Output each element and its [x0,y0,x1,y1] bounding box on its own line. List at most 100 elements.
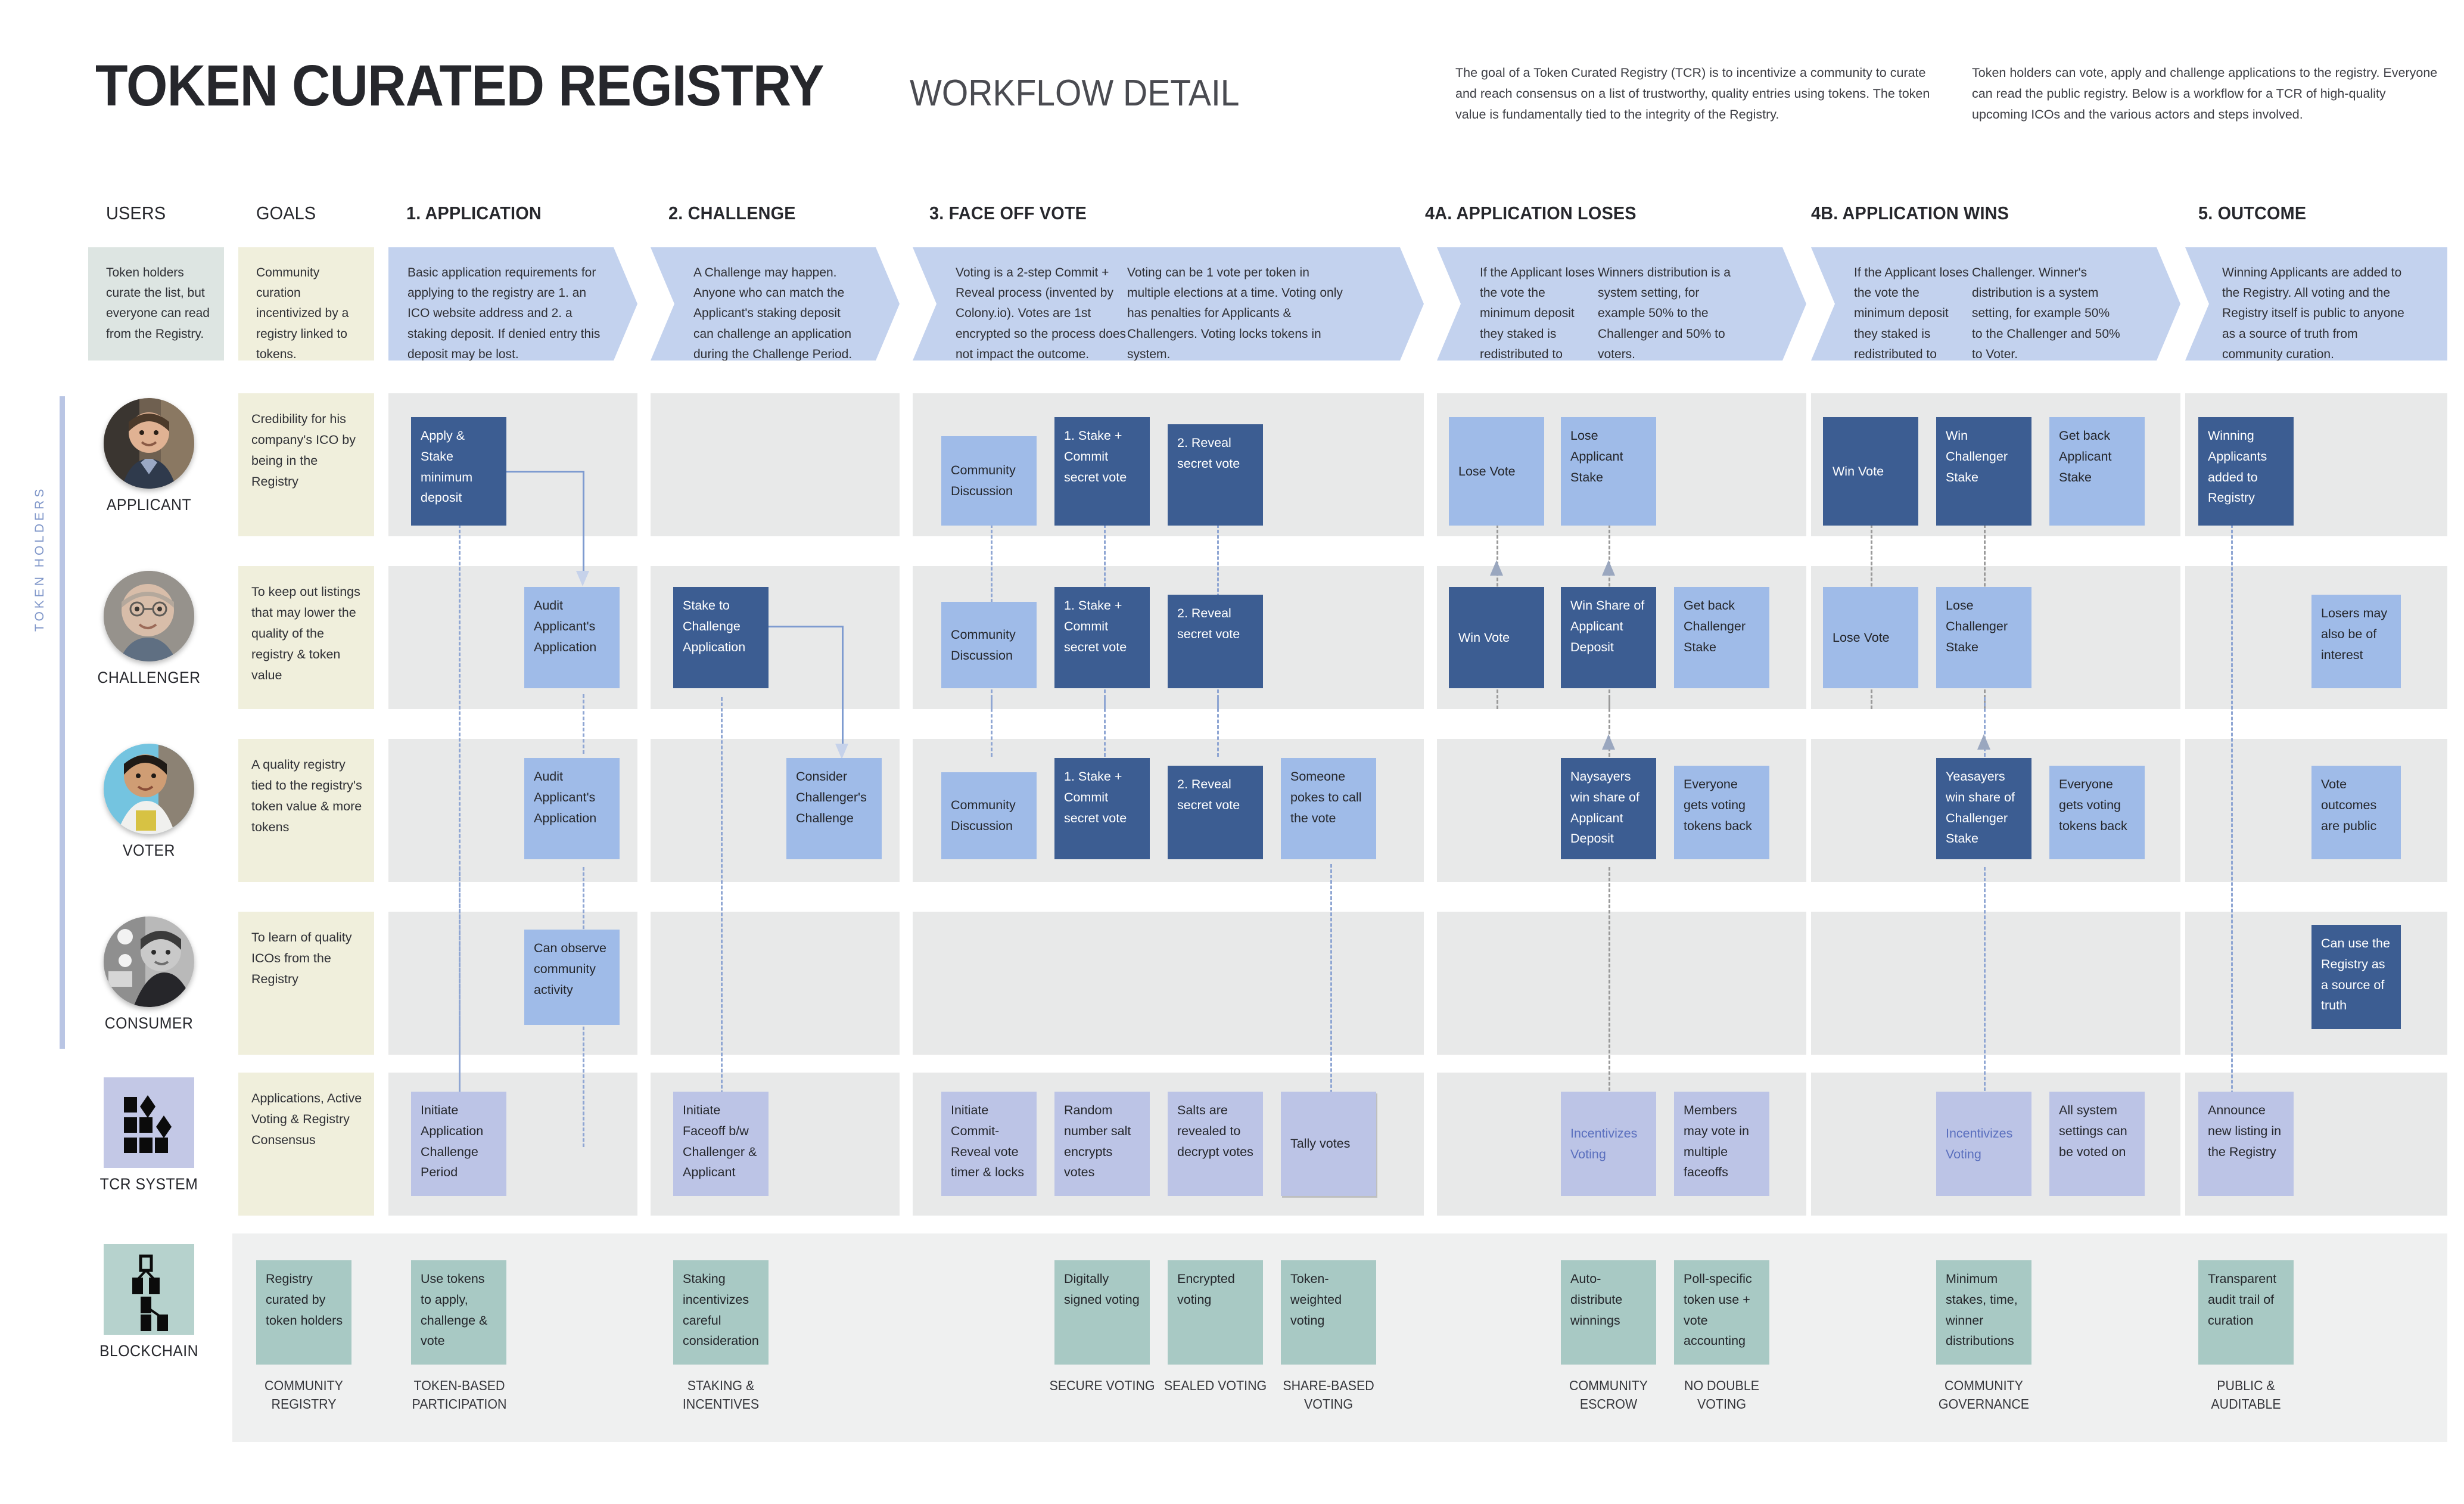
node-initiate-application-challenge-period[interactable]: Initiate Application Challenge Period [411,1092,506,1196]
node-blockchain-7[interactable]: Poll-specific token use + vote accountin… [1674,1260,1769,1365]
goal-tcr-system: Applications, Active Voting & Registry C… [238,1073,374,1216]
node-applicant-lose-applicant-stake[interactable]: Lose Applicant Stake [1561,417,1656,526]
persona-blockchain: BLOCKCHAIN [80,1244,217,1360]
avatar [104,744,194,834]
node-naysayers-win-share[interactable]: Naysayers win share of Applicant Deposit [1561,758,1656,859]
blockchain-caption-0: COMMUNITY REGISTRY [265,1378,343,1412]
node-tally-votes[interactable]: Tally votes [1281,1092,1376,1196]
node-all-system-settings-voted-on[interactable]: All system settings can be voted on [2049,1092,2145,1196]
node-registry-as-source-of-truth[interactable]: Can use the Registry as a source of trut… [2311,925,2401,1029]
node-everyone-gets-voting-tokens-back-b[interactable]: Everyone gets voting tokens back [2049,766,2145,859]
node-applicant-reveal[interactable]: 2. Reveal secret vote [1168,424,1263,526]
connector-line [766,626,843,627]
node-blockchain-2[interactable]: Staking incentivizes careful considerati… [673,1260,769,1365]
description-goals: Community curation incentivized by a reg… [238,247,374,361]
persona-tcr-system: TCR SYSTEM [80,1077,217,1194]
node-apply-and-stake[interactable]: Apply & Stake minimum deposit [411,417,506,526]
node-challenger-reveal[interactable]: 2. Reveal secret vote [1168,595,1263,688]
node-losers-may-be-of-interest[interactable]: Losers may also be of interest [2311,595,2401,688]
node-voter-audit[interactable]: Audit Applicant's Application [524,758,620,859]
node-vote-outcomes-are-public[interactable]: Vote outcomes are public [2311,766,2401,859]
connector-arrow [576,571,589,586]
goal-applicant: Credibility for his company's ICO by bei… [238,393,374,536]
node-someone-pokes-to-call-vote[interactable]: Someone pokes to call the vote [1281,758,1376,859]
token-holders-rail [60,396,65,1049]
description-wins-a: If the Applicant loses the vote the mini… [1854,266,1969,382]
connector-arrow [835,744,848,759]
node-blockchain-4[interactable]: Encrypted voting [1168,1260,1263,1365]
node-can-observe-community-activity[interactable]: Can observe community activity [524,930,620,1025]
node-challenger-audit[interactable]: Audit Applicant's Application [524,587,620,688]
connector-dashed [2231,524,2233,1126]
node-blockchain-9[interactable]: Transparent audit trail of curation [2198,1260,2294,1365]
node-applicant-lose-vote[interactable]: Lose Vote [1449,417,1544,526]
page-subtitle: WORKFLOW DETAIL [909,73,1240,114]
token-holders-label: TOKEN HOLDERS [33,486,46,632]
goal-challenger: To keep out listings that may lower the … [238,566,374,709]
blockchain-caption-5: SHARE-BASED VOTING [1283,1378,1374,1412]
node-members-may-vote-multiple-faceoffs[interactable]: Members may vote in multiple faceoffs [1674,1092,1769,1196]
node-challenger-commit[interactable]: 1. Stake + Commit secret vote [1054,587,1150,688]
node-applicant-community-discussion[interactable]: Community Discussion [941,436,1037,526]
tcr-system-icon [104,1077,194,1168]
node-yeasayers-win-share[interactable]: Yeasayers win share of Challenger Stake [1936,758,2031,859]
node-challenger-get-back-challenger-stake[interactable]: Get back Challenger Stake [1674,587,1769,688]
description-wins-chevron: If the Applicant loses the vote the mini… [1811,247,2180,361]
node-challenger-win-share-applicant-deposit[interactable]: Win Share of Applicant Deposit [1561,587,1656,688]
node-stake-to-challenge[interactable]: Stake to Challenge Application [673,587,769,688]
persona-challenger: CHALLENGER [80,571,217,687]
lane-band [651,393,900,536]
description-loses-a: If the Applicant loses the vote the mini… [1480,266,1595,382]
connector-line [842,626,844,748]
connector-dashed [1984,867,1986,1123]
node-incentivizes-voting-a[interactable]: Incentivizes Voting [1561,1092,1656,1196]
applicant-photo [104,398,194,489]
node-blockchain-6[interactable]: Auto-distribute winnings [1561,1260,1656,1365]
node-salts-revealed[interactable]: Salts are revealed to decrypt votes [1168,1092,1263,1196]
lane-band [1437,912,1806,1055]
node-voter-community-discussion[interactable]: Community Discussion [941,772,1037,859]
node-blockchain-3[interactable]: Digitally signed voting [1054,1260,1150,1365]
node-challenger-win-vote[interactable]: Win Vote [1449,587,1544,688]
connector-arrow [1977,734,1990,750]
node-blockchain-5[interactable]: Token-weighted voting [1281,1260,1376,1365]
node-blockchain-1[interactable]: Use tokens to apply, challenge & vote [411,1260,506,1365]
node-announce-new-listing[interactable]: Announce new listing in the Registry [2198,1092,2294,1196]
persona-name: VOTER [123,841,175,859]
connector-arrow [1490,560,1503,576]
column-header-outcome: 5. OUTCOME [2198,203,2307,223]
blockchain-caption-3: SECURE VOTING [1049,1378,1155,1393]
connector-arrow [1602,560,1615,576]
node-everyone-gets-voting-tokens-back-a[interactable]: Everyone gets voting tokens back [1674,766,1769,859]
page-title-block: TOKEN CURATED REGISTRY WORKFLOW DETAIL [95,57,1268,114]
node-applicant-commit[interactable]: 1. Stake + Commit secret vote [1054,417,1150,526]
node-random-number-salt[interactable]: Random number salt encrypts votes [1054,1092,1150,1196]
column-header-wins: 4B. APPLICATION WINS [1811,203,2009,223]
column-header-users: USERS [106,203,166,223]
blockchain-caption-9: PUBLIC & AUDITABLE [2211,1378,2281,1412]
node-challenger-community-discussion[interactable]: Community Discussion [941,602,1037,688]
node-applicant-win-vote[interactable]: Win Vote [1823,417,1918,526]
node-initiate-faceoff[interactable]: Initiate Faceoff b/w Challenger & Applic… [673,1092,769,1196]
blockchain-caption-2: STAKING & INCENTIVES [682,1378,760,1412]
node-challenger-lose-challenger-stake[interactable]: Lose Challenger Stake [1936,587,2031,688]
persona-name: BLOCKCHAIN [99,1342,199,1360]
connector-dashed [1330,864,1332,1120]
node-applicant-get-back-applicant-stake[interactable]: Get back Applicant Stake [2049,417,2145,526]
node-applicant-win-challenger-stake[interactable]: Win Challenger Stake [1936,417,2031,526]
node-voter-commit[interactable]: 1. Stake + Commit secret vote [1054,758,1150,859]
node-winning-applicants-added[interactable]: Winning Applicants added to Registry [2198,417,2294,526]
node-challenger-lose-vote[interactable]: Lose Vote [1823,587,1918,688]
node-incentivizes-voting-b[interactable]: Incentivizes Voting [1936,1092,2031,1196]
network-blocks-icon [124,1095,172,1153]
node-blockchain-8[interactable]: Minimum stakes, time, winner distributio… [1936,1260,2031,1365]
column-header-goals: GOALS [256,203,316,223]
node-voter-reveal[interactable]: 2. Reveal secret vote [1168,766,1263,859]
node-initiate-commit-reveal[interactable]: Initiate Commit-Reveal vote timer & lock… [941,1092,1037,1196]
intro-paragraph-right: Token holders can vote, apply and challe… [1972,66,2438,122]
persona-name: CHALLENGER [97,669,201,686]
goal-consumer: To learn of quality ICOs from the Regist… [238,912,374,1055]
blockchain-caption-7: NO DOUBLE VOTING [1684,1378,1759,1412]
node-blockchain-0[interactable]: Registry curated by token holders [256,1260,351,1365]
node-voter-consider-challenge[interactable]: Consider Challenger's Challenge [786,758,882,859]
